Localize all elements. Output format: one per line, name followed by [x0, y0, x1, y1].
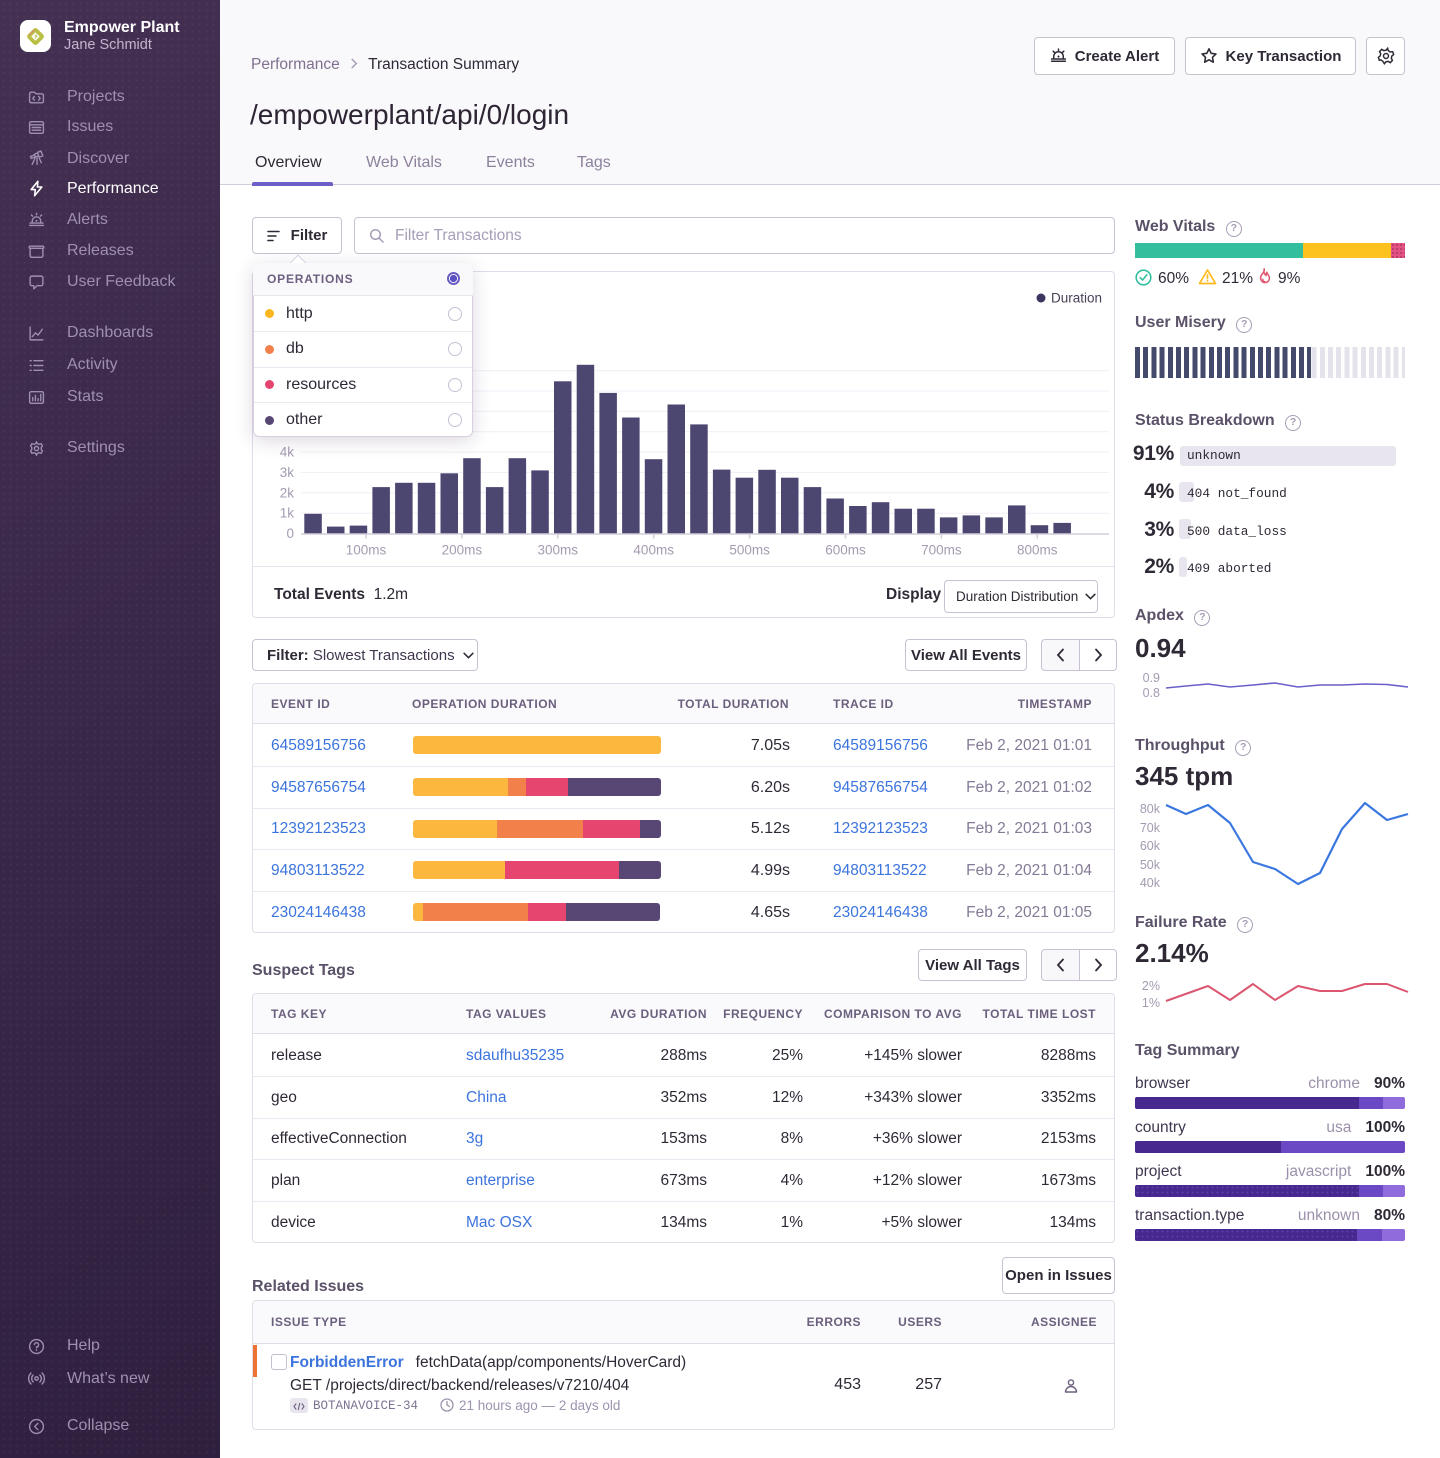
svg-text:800ms: 800ms	[1017, 543, 1058, 558]
svg-text:2k: 2k	[280, 485, 295, 500]
svg-text:3k: 3k	[280, 465, 295, 480]
svg-text:500ms: 500ms	[729, 543, 770, 558]
svg-text:4k: 4k	[280, 445, 295, 460]
svg-text:300ms: 300ms	[538, 543, 579, 558]
svg-text:100ms: 100ms	[346, 543, 387, 558]
svg-text:700ms: 700ms	[921, 543, 962, 558]
svg-text:1k: 1k	[280, 506, 295, 521]
svg-text:400ms: 400ms	[633, 543, 674, 558]
svg-text:200ms: 200ms	[442, 543, 483, 558]
svg-text:0: 0	[286, 526, 294, 541]
svg-text:Duration: Duration	[1051, 291, 1102, 306]
svg-text:600ms: 600ms	[825, 543, 866, 558]
